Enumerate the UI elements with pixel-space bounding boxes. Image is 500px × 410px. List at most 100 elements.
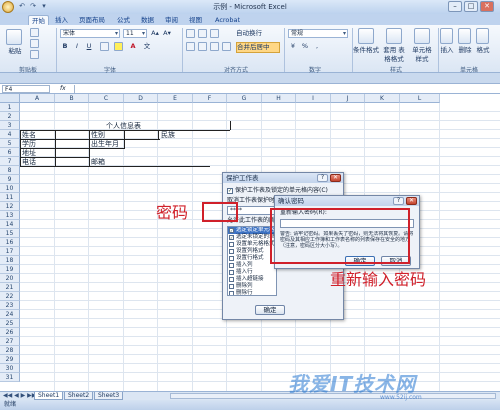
column-header[interactable]: H bbox=[262, 94, 296, 103]
protect-checkbox[interactable]: ✓ bbox=[227, 188, 233, 194]
permission-option[interactable]: ✓ 选定锁定单元格 bbox=[228, 227, 276, 234]
confirm-dialog-close-button[interactable]: ✕ bbox=[406, 197, 417, 205]
row-header[interactable]: 21 bbox=[0, 283, 20, 292]
tab-data[interactable]: 数据 bbox=[138, 15, 157, 25]
permission-checkbox[interactable] bbox=[229, 263, 234, 268]
paste-label[interactable]: 粘贴 bbox=[4, 47, 26, 56]
row-header[interactable]: 31 bbox=[0, 373, 20, 382]
format-as-table-icon[interactable] bbox=[386, 28, 402, 44]
merge-center-button[interactable]: 合并后居中 bbox=[236, 42, 280, 53]
cell-postcode-label[interactable]: 邮箱 bbox=[90, 158, 105, 166]
cell-birth-label[interactable]: 出生年月 bbox=[90, 140, 119, 148]
column-header[interactable]: J bbox=[331, 94, 365, 103]
row-header[interactable]: 12 bbox=[0, 202, 20, 211]
row-header[interactable]: 1 bbox=[0, 103, 20, 112]
row-header[interactable]: 15 bbox=[0, 229, 20, 238]
protect-ok-button[interactable]: 确定 bbox=[255, 305, 285, 315]
row-header[interactable]: 17 bbox=[0, 247, 20, 256]
row-header[interactable]: 28 bbox=[0, 346, 20, 355]
permission-option[interactable]: ✓选定未锁定的单元格 bbox=[228, 234, 276, 241]
cell-phone-label[interactable]: 电话 bbox=[21, 158, 36, 166]
help-button[interactable]: ? bbox=[317, 174, 328, 182]
tab-home[interactable]: 开始 bbox=[28, 15, 49, 25]
cell-education-label[interactable]: 学历 bbox=[21, 140, 36, 148]
row-header[interactable]: 2 bbox=[0, 112, 20, 121]
align-left-icon[interactable] bbox=[186, 42, 195, 51]
column-header[interactable]: D bbox=[124, 94, 158, 103]
comma-button[interactable]: , bbox=[312, 42, 322, 51]
permission-option[interactable]: 设置单元格格式 bbox=[228, 241, 276, 248]
table-title-cell[interactable]: 个人信息表 bbox=[105, 122, 141, 130]
bold-button[interactable]: B bbox=[60, 42, 70, 51]
row-header[interactable]: 11 bbox=[0, 193, 20, 202]
row-header[interactable]: 10 bbox=[0, 184, 20, 193]
column-header[interactable]: C bbox=[89, 94, 124, 103]
row-header[interactable]: 8 bbox=[0, 166, 20, 175]
fill-color-icon[interactable] bbox=[114, 42, 123, 51]
cell-name-label[interactable]: 姓名 bbox=[21, 131, 36, 139]
permission-checkbox[interactable] bbox=[229, 277, 234, 282]
align-right-icon[interactable] bbox=[210, 42, 219, 51]
row-header[interactable]: 25 bbox=[0, 319, 20, 328]
tab-page-layout[interactable]: 页面布局 bbox=[76, 15, 108, 25]
tab-acrobat[interactable]: Acrobat bbox=[212, 15, 243, 25]
underline-button[interactable]: U bbox=[84, 42, 94, 51]
permission-checkbox[interactable] bbox=[229, 242, 234, 247]
permission-checkbox[interactable]: ✓ bbox=[229, 228, 234, 233]
font-color-icon[interactable]: A bbox=[128, 42, 138, 51]
font-size-select[interactable]: 11 bbox=[123, 29, 147, 38]
permission-option[interactable]: 设置行格式 bbox=[228, 255, 276, 262]
conditional-format-label[interactable]: 条件格式 bbox=[352, 46, 380, 55]
number-format-select[interactable]: 常规 bbox=[288, 29, 348, 38]
permission-checkbox[interactable] bbox=[229, 291, 234, 295]
select-all-corner[interactable] bbox=[0, 94, 20, 103]
permission-checkbox[interactable] bbox=[229, 284, 234, 289]
permission-checkbox[interactable] bbox=[229, 256, 234, 261]
sheet-tab-2[interactable]: Sheet2 bbox=[64, 392, 94, 400]
conditional-format-icon[interactable] bbox=[358, 28, 374, 44]
italic-button[interactable]: I bbox=[72, 42, 82, 51]
row-header[interactable]: 22 bbox=[0, 292, 20, 301]
insert-cells-icon[interactable] bbox=[440, 28, 453, 44]
sheet-tab-1[interactable]: Sheet1 bbox=[34, 392, 64, 400]
grow-font-icon[interactable]: A▴ bbox=[150, 29, 160, 38]
row-header[interactable]: 26 bbox=[0, 328, 20, 337]
column-header[interactable]: G bbox=[227, 94, 262, 103]
cell-styles-icon[interactable] bbox=[414, 28, 430, 44]
row-header[interactable]: 7 bbox=[0, 157, 20, 166]
format-as-table-label[interactable]: 套用 表格格式 bbox=[380, 46, 408, 64]
tab-review[interactable]: 审阅 bbox=[162, 15, 181, 25]
row-header[interactable]: 5 bbox=[0, 139, 20, 148]
permission-checkbox[interactable] bbox=[229, 270, 234, 275]
column-header[interactable]: L bbox=[400, 94, 440, 103]
paste-icon[interactable] bbox=[6, 29, 22, 45]
delete-cells-label[interactable]: 删除 bbox=[456, 46, 474, 55]
indent-icon[interactable] bbox=[222, 42, 231, 51]
row-header[interactable]: 30 bbox=[0, 364, 20, 373]
permission-option[interactable]: 插入超链接 bbox=[228, 276, 276, 283]
currency-icon[interactable]: ¥ bbox=[288, 42, 298, 51]
permission-option[interactable]: 删除列 bbox=[228, 283, 276, 290]
tab-view[interactable]: 视图 bbox=[186, 15, 205, 25]
row-header[interactable]: 18 bbox=[0, 256, 20, 265]
permission-checkbox[interactable] bbox=[229, 249, 234, 254]
borders-icon[interactable] bbox=[100, 42, 109, 51]
align-bottom-icon[interactable] bbox=[210, 29, 219, 38]
name-box[interactable]: F4 bbox=[2, 85, 50, 93]
permission-option[interactable]: 设置列格式 bbox=[228, 248, 276, 255]
delete-cells-icon[interactable] bbox=[458, 28, 471, 44]
wrap-text-button[interactable]: 自动换行 bbox=[236, 29, 276, 38]
percent-button[interactable]: % bbox=[300, 42, 310, 51]
row-header[interactable]: 29 bbox=[0, 355, 20, 364]
sheet-nav-icon[interactable]: ◀◀ ◀ ▶ ▶▶ bbox=[3, 392, 36, 400]
tab-insert[interactable]: 插入 bbox=[52, 15, 71, 25]
row-header[interactable]: 14 bbox=[0, 220, 20, 229]
align-middle-icon[interactable] bbox=[198, 29, 207, 38]
column-header[interactable]: F bbox=[193, 94, 227, 103]
row-header[interactable]: 19 bbox=[0, 265, 20, 274]
cut-icon[interactable] bbox=[30, 28, 39, 37]
cell-ethnicity-label[interactable]: 民族 bbox=[160, 131, 175, 139]
formula-input[interactable] bbox=[74, 85, 496, 93]
align-center-icon[interactable] bbox=[198, 42, 207, 51]
row-header[interactable]: 20 bbox=[0, 274, 20, 283]
